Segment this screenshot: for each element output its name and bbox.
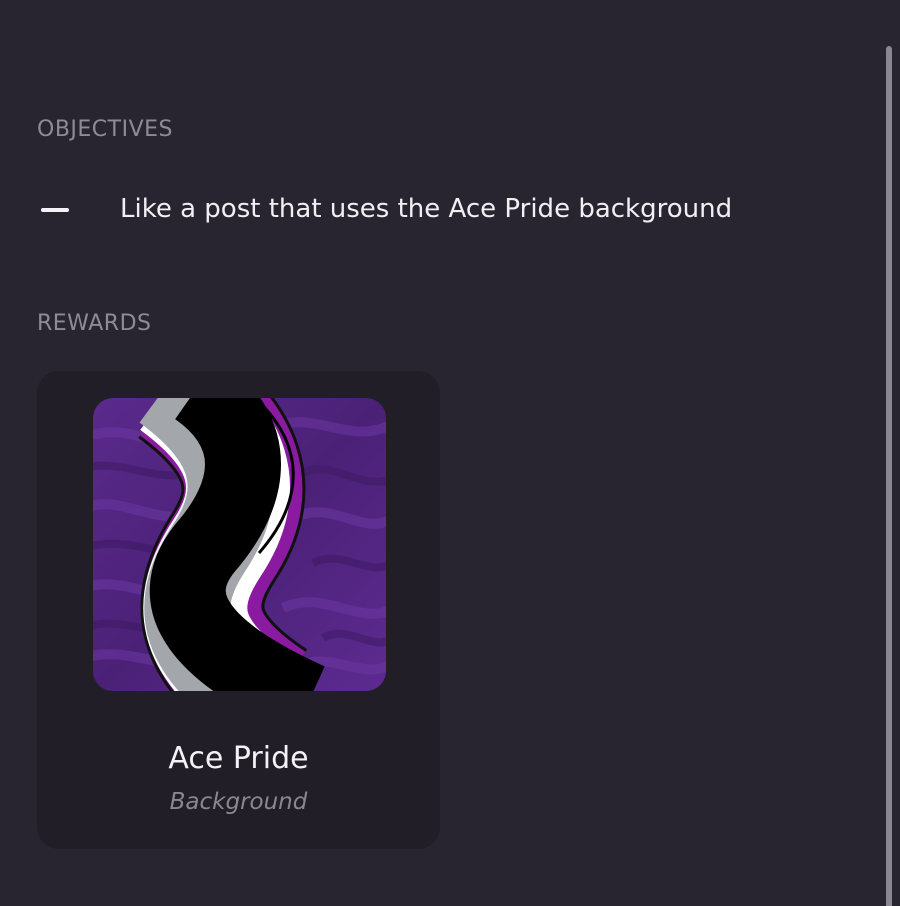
objectives-heading: OBJECTIVES	[37, 117, 174, 142]
reward-thumbnail	[93, 398, 386, 691]
quest-detail-panel: OBJECTIVES Like a post that uses the Ace…	[0, 0, 900, 906]
objective-text: Like a post that uses the Ace Pride back…	[120, 194, 733, 224]
reward-title: Ace Pride	[168, 741, 309, 776]
objective-item: Like a post that uses the Ace Pride back…	[40, 190, 840, 232]
ace-pride-flag-ribbon-icon	[93, 398, 386, 691]
rewards-heading: REWARDS	[37, 311, 152, 336]
dash-icon	[41, 208, 69, 212]
scrollbar-thumb[interactable]	[886, 46, 892, 906]
reward-card[interactable]: Ace Pride Background	[37, 371, 440, 849]
reward-type-label: Background	[169, 789, 308, 815]
